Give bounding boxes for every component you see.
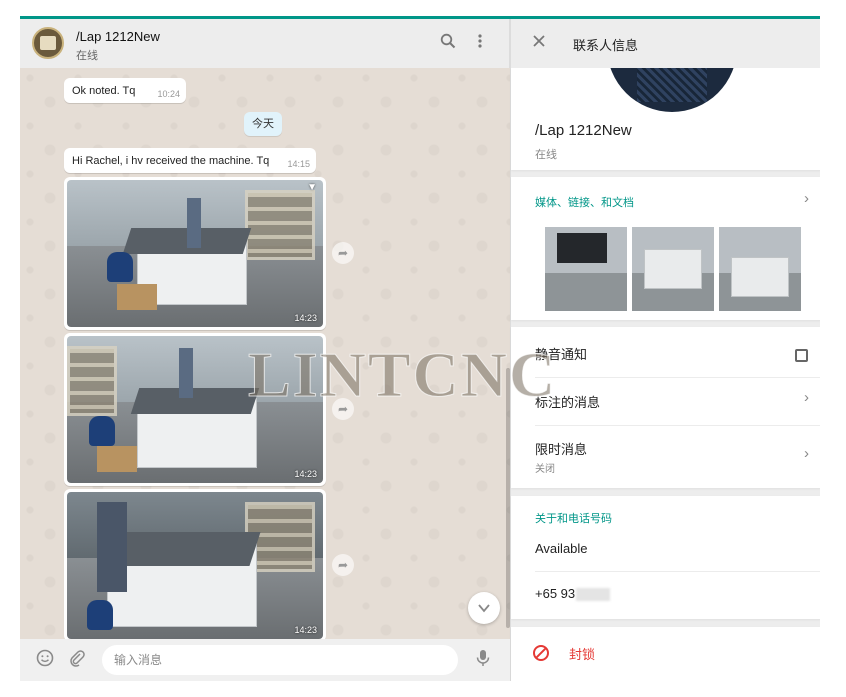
block-button[interactable]: 封锁	[569, 644, 595, 663]
photo-box	[117, 284, 157, 310]
thumb-machine	[644, 249, 702, 289]
whatsapp-window: /Lap 1212New 在线 Ok noted. Tq 10:24 今天 Hi…	[20, 16, 820, 681]
message-time: 14:23	[294, 313, 317, 323]
chevron-right-icon[interactable]: ›	[804, 389, 809, 406]
photo-rack	[67, 346, 117, 416]
info-title: 联系人信息	[573, 38, 639, 53]
media-thumbnail[interactable]	[719, 227, 801, 311]
thumb-monitor	[557, 233, 607, 263]
divider	[535, 425, 820, 426]
media-label[interactable]: 媒体、链接、和文档	[535, 194, 634, 210]
profile-status: 在线	[535, 149, 557, 161]
message-bubble[interactable]: Hi Rachel, i hv received the machine. Tq…	[64, 148, 316, 173]
photo-box	[97, 446, 137, 472]
contact-status: 在线	[76, 50, 98, 62]
mute-checkbox[interactable]	[795, 349, 808, 362]
profile-name: /Lap 1212New	[535, 122, 632, 139]
profile-picture[interactable]	[607, 68, 737, 112]
about-label: 关于和电话号码	[535, 513, 612, 525]
message-time: 14:23	[294, 469, 317, 479]
message-input[interactable]	[102, 645, 458, 675]
profile-picture-detail	[637, 68, 707, 102]
machine-photo[interactable]: ▼ 14:23	[67, 180, 323, 327]
contact-name[interactable]: /Lap 1212New	[76, 29, 160, 44]
info-header: 联系人信息	[511, 19, 820, 68]
block-icon	[533, 645, 549, 661]
photo-gantry	[187, 198, 201, 248]
about-section: 关于和电话号码 Available +65 93	[511, 496, 820, 619]
forward-icon[interactable]: ➦	[332, 554, 354, 576]
media-thumbnail[interactable]	[545, 227, 627, 311]
image-message[interactable]: 14:23	[64, 489, 326, 639]
message-time: 14:23	[294, 625, 317, 635]
machine-photo[interactable]: 14:23	[67, 336, 323, 483]
block-section[interactable]: 封锁	[511, 627, 820, 681]
phone-redaction	[576, 588, 611, 602]
media-thumbnail[interactable]	[632, 227, 714, 311]
more-vertical-icon[interactable]	[470, 33, 490, 53]
chevron-down-icon[interactable]: ▼	[307, 182, 317, 193]
scroll-to-bottom-button[interactable]	[468, 592, 500, 624]
disappearing-messages-value: 关闭	[535, 464, 555, 475]
composer	[20, 639, 510, 681]
phone-number[interactable]: +65 93	[535, 586, 611, 602]
divider	[535, 377, 820, 378]
paperclip-icon[interactable]	[66, 649, 88, 671]
date-divider: 今天	[244, 112, 282, 136]
forward-icon[interactable]: ➦	[332, 242, 354, 264]
about-value: Available	[535, 541, 588, 556]
photo-person	[87, 600, 113, 630]
chat-header[interactable]: /Lap 1212New 在线	[20, 19, 510, 68]
phone-number-text: +65 93	[535, 586, 576, 601]
settings-section: 静音通知 标注的消息 › 限时消息 关闭 ›	[511, 327, 820, 488]
forward-icon[interactable]: ➦	[332, 398, 354, 420]
message-text: Ok noted. Tq	[72, 85, 136, 97]
divider	[535, 571, 820, 572]
contact-info-pane: /Lap 1212New 在线 联系人信息 媒体、链接、和文档 › 静音通知 标…	[510, 19, 820, 681]
mute-notifications-label[interactable]: 静音通知	[535, 344, 587, 363]
profile-card: /Lap 1212New 在线	[511, 68, 820, 170]
message-time: 14:15	[287, 159, 310, 169]
search-icon[interactable]	[438, 33, 458, 53]
message-text: Hi Rachel, i hv received the machine. Tq	[72, 155, 270, 167]
media-section[interactable]: 媒体、链接、和文档 ›	[511, 177, 820, 320]
contact-avatar[interactable]	[32, 27, 64, 59]
image-message[interactable]: 14:23	[64, 333, 326, 486]
avatar-image	[40, 36, 56, 50]
photo-person	[89, 416, 115, 446]
image-message[interactable]: ▼ 14:23	[64, 177, 326, 330]
chevron-right-icon[interactable]: ›	[804, 445, 809, 462]
thumb-machine	[731, 257, 789, 297]
chat-pane: /Lap 1212New 在线 Ok noted. Tq 10:24 今天 Hi…	[20, 19, 510, 681]
photo-person	[107, 252, 133, 282]
disappearing-messages-label[interactable]: 限时消息	[535, 439, 587, 458]
machine-photo[interactable]: 14:23	[67, 492, 323, 639]
starred-messages-label[interactable]: 标注的消息	[535, 392, 600, 411]
message-list[interactable]: Ok noted. Tq 10:24 今天 Hi Rachel, i hv re…	[20, 68, 510, 639]
photo-machine-table	[130, 388, 260, 414]
thumb-floor	[545, 273, 627, 311]
close-icon[interactable]	[529, 33, 549, 53]
photo-gantry	[179, 348, 193, 398]
emoji-icon[interactable]	[34, 649, 56, 671]
photo-gantry	[97, 502, 127, 592]
chevron-right-icon[interactable]: ›	[804, 190, 809, 207]
microphone-icon[interactable]	[472, 649, 494, 671]
photo-rack	[245, 190, 315, 260]
message-time: 10:24	[157, 89, 180, 99]
message-bubble[interactable]: Ok noted. Tq 10:24	[64, 78, 186, 103]
photo-machine-table	[109, 532, 261, 566]
